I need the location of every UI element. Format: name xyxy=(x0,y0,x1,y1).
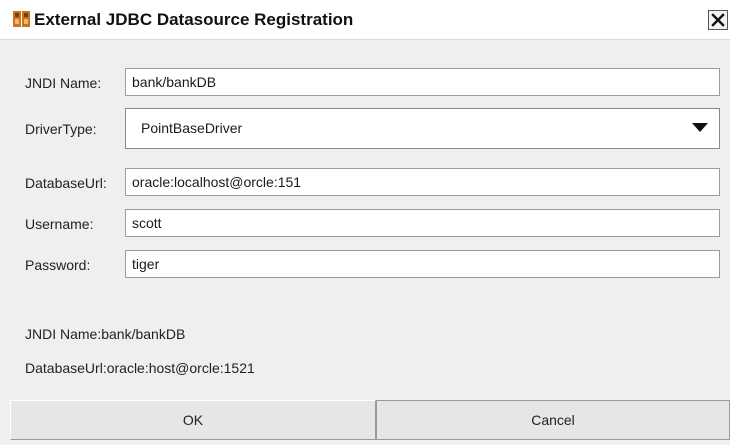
password-label: Password: xyxy=(25,257,91,273)
close-icon xyxy=(711,13,725,27)
jndi-name-summary: JNDI Name:bank/bankDB xyxy=(25,326,186,342)
jdbc-registration-dialog: External JDBC Datasource Registration JN… xyxy=(0,0,730,445)
java-cup-icon xyxy=(13,10,31,28)
driver-type-dropdown-button[interactable] xyxy=(683,109,719,148)
driver-type-value: PointBaseDriver xyxy=(141,120,243,136)
title-bar: External JDBC Datasource Registration xyxy=(0,0,730,40)
database-url-summary: DatabaseUrl:oracle:host@orcle:1521 xyxy=(25,360,255,376)
ok-button[interactable]: OK xyxy=(10,400,376,440)
cancel-button[interactable]: Cancel xyxy=(376,400,730,440)
jndi-name-label: JNDI Name: xyxy=(25,75,102,91)
jndi-name-input[interactable] xyxy=(125,68,720,96)
chevron-down-icon xyxy=(692,123,708,132)
button-bar: OK Cancel xyxy=(10,400,730,440)
close-button[interactable] xyxy=(708,10,728,30)
database-url-label: DatabaseUrl: xyxy=(25,175,107,191)
driver-type-label: DriverType: xyxy=(25,121,97,137)
username-label: Username: xyxy=(25,216,94,232)
password-input[interactable] xyxy=(125,250,720,278)
window-title: External JDBC Datasource Registration xyxy=(34,10,354,29)
driver-type-select[interactable]: PointBaseDriver xyxy=(125,108,720,149)
username-input[interactable] xyxy=(125,209,720,237)
database-url-input[interactable] xyxy=(125,168,720,196)
